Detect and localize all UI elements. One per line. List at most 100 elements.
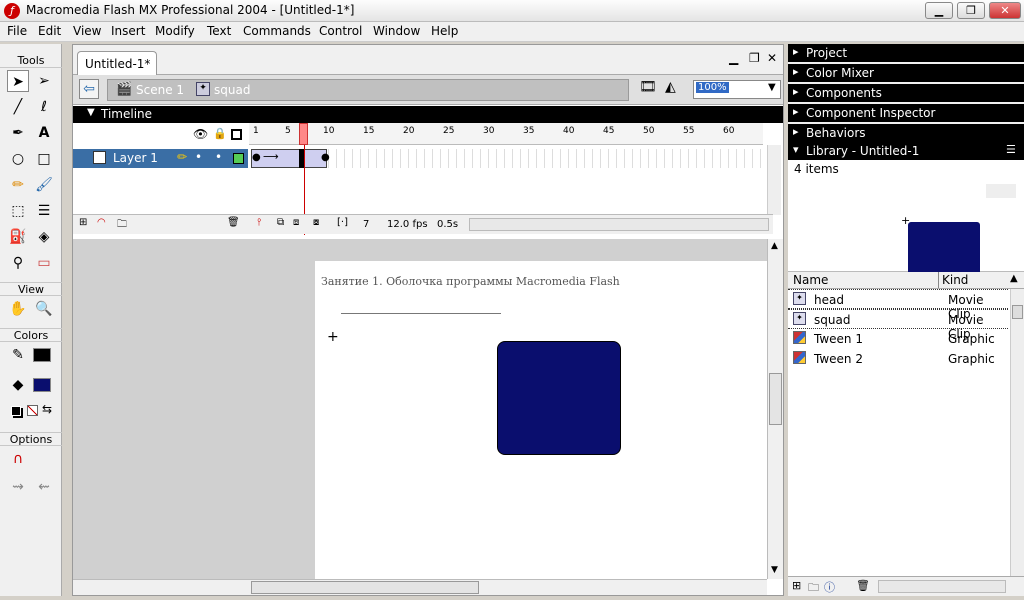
black-white-icon[interactable]	[11, 406, 21, 416]
library-row[interactable]: Tween 1 Graphic	[788, 329, 1008, 349]
onion-outline-icon[interactable]: ⧈	[293, 217, 299, 228]
layer-row[interactable]: Layer 1 ✏ • •	[73, 149, 248, 168]
straighten-icon[interactable]: ⇜	[33, 476, 55, 498]
chevron-down-icon[interactable]: ▼	[768, 82, 776, 93]
subselect-tool-icon[interactable]: ➢	[33, 70, 55, 92]
layer-outline-swatch[interactable]	[233, 153, 244, 164]
frame-ruler[interactable]: 1 5 10 15 20 25 30 35 40 45 50 55 60	[249, 123, 763, 145]
delete-icon[interactable]: 🗑	[856, 579, 870, 592]
frame-cells[interactable]: ● ⟶ ●	[249, 149, 763, 168]
keyframe-end[interactable]: ●	[321, 152, 330, 163]
doc-minimize-icon[interactable]: ▁	[729, 51, 738, 65]
zoom-select[interactable]: 100% ▼	[693, 80, 781, 99]
menu-insert[interactable]: Insert	[111, 24, 145, 38]
sort-icon[interactable]: ▲	[1010, 273, 1018, 284]
new-folder-icon[interactable]: 🗀	[808, 579, 819, 598]
oval-tool-icon[interactable]: ○	[7, 148, 29, 170]
zoom-value[interactable]: 100%	[696, 82, 729, 93]
delete-layer-icon[interactable]: 🗑	[227, 217, 240, 228]
playhead-handle[interactable]	[299, 123, 308, 145]
insert-folder-icon[interactable]: 🗀	[117, 217, 127, 234]
back-arrow-icon[interactable]: ⇦	[79, 79, 99, 99]
visibility-dot-icon[interactable]: •	[195, 150, 202, 164]
properties-icon[interactable]: ⓘ	[824, 579, 835, 595]
chevron-down-icon[interactable]: ▼	[771, 565, 778, 575]
timeline-vscroll[interactable]	[767, 145, 781, 215]
scroll-thumb[interactable]	[251, 581, 479, 594]
stroke-color-icon[interactable]: ✎	[7, 344, 29, 366]
stage-area[interactable]: Занятие 1. Оболочка программы Macromedia…	[73, 239, 767, 579]
menu-edit[interactable]: Edit	[38, 24, 61, 38]
restore-button[interactable]: ❐	[957, 2, 985, 19]
outline-icon[interactable]	[231, 129, 242, 140]
swap-colors-icon[interactable]: ⇆	[42, 402, 52, 416]
no-color-icon[interactable]	[27, 405, 38, 416]
zoom-tool-icon[interactable]: 🔍	[33, 298, 55, 320]
onion-markers-icon[interactable]: [·]	[337, 217, 348, 228]
menu-help[interactable]: Help	[431, 24, 458, 38]
panel-library[interactable]: Library - Untitled-1	[788, 142, 1024, 160]
layer-name[interactable]: Layer 1	[113, 151, 158, 165]
scroll-thumb[interactable]	[769, 373, 782, 425]
panel-components[interactable]: Components	[788, 84, 1024, 102]
menu-file[interactable]: File	[7, 24, 27, 38]
library-hscroll[interactable]	[878, 580, 1006, 593]
edit-symbols-icon[interactable]: ◭	[665, 79, 676, 95]
pencil-tool-icon[interactable]: ✏	[7, 174, 29, 196]
scroll-thumb[interactable]	[1012, 305, 1023, 319]
eye-icon[interactable]: 👁	[193, 127, 208, 141]
snap-magnet-icon[interactable]: ∩	[7, 448, 29, 470]
menu-control[interactable]: Control	[319, 24, 362, 38]
doc-restore-icon[interactable]: ❐	[749, 51, 760, 65]
edit-multiple-icon[interactable]: ⧇	[313, 217, 319, 228]
chevron-up-icon[interactable]: ▲	[771, 241, 778, 251]
preview-play-button[interactable]	[986, 184, 1016, 198]
stroke-color-swatch[interactable]	[33, 348, 51, 362]
lock-icon[interactable]: 🔒	[213, 127, 227, 140]
lock-dot-icon[interactable]: •	[215, 150, 222, 164]
paint-bucket-tool-icon[interactable]: ◈	[33, 226, 55, 248]
document-tab[interactable]: Untitled-1*	[77, 51, 157, 75]
timeline-header[interactable]: ▼ Timeline	[73, 106, 783, 123]
library-row[interactable]: ✦ head Movie Clip	[788, 289, 1008, 321]
panel-color-mixer[interactable]: Color Mixer	[788, 64, 1024, 82]
brush-tool-icon[interactable]: 🖌	[33, 174, 55, 196]
menu-window[interactable]: Window	[373, 24, 420, 38]
fill-transform-tool-icon[interactable]: ☰	[33, 200, 55, 222]
menu-text[interactable]: Text	[207, 24, 231, 38]
free-transform-tool-icon[interactable]: ⬚	[7, 200, 29, 222]
library-row[interactable]: ✦ squad Movie Clip	[788, 309, 1008, 341]
text-tool-icon[interactable]: A	[33, 122, 55, 144]
timeline-toggle-icon[interactable]: ▼	[87, 107, 95, 118]
rectangle-tool-icon[interactable]: □	[33, 148, 55, 170]
column-name[interactable]: Name	[793, 273, 828, 287]
pen-tool-icon[interactable]: ✒	[7, 122, 29, 144]
fill-color-swatch[interactable]	[33, 378, 51, 392]
insert-layer-icon[interactable]: ⊞	[79, 217, 87, 228]
ink-bottle-tool-icon[interactable]: ⛽	[7, 226, 29, 248]
new-symbol-icon[interactable]: ⊞	[792, 579, 801, 592]
doc-close-icon[interactable]: ✕	[767, 51, 777, 65]
arrow-tool-icon[interactable]: ➤	[7, 70, 29, 92]
add-guide-icon[interactable]: ◠	[97, 217, 106, 228]
center-frame-icon[interactable]: ⫯	[257, 217, 261, 228]
onion-skin-icon[interactable]: ⧉	[277, 217, 284, 228]
line-tool-icon[interactable]: ╱	[7, 96, 29, 118]
edit-scene-icon[interactable]: 🎞	[639, 79, 657, 95]
minimize-button[interactable]: ▁	[925, 2, 953, 19]
panel-options-icon[interactable]: ☰	[1006, 143, 1016, 156]
panel-component-inspector[interactable]: Component Inspector	[788, 104, 1024, 122]
panel-project[interactable]: Project	[788, 44, 1024, 62]
breadcrumb-symbol[interactable]: squad	[214, 83, 250, 97]
close-button[interactable]: ✕	[989, 2, 1021, 19]
timeline-hscroll[interactable]	[469, 218, 769, 231]
hand-tool-icon[interactable]: ✋	[7, 298, 29, 320]
stage-hscroll[interactable]	[73, 579, 767, 595]
library-vscroll[interactable]	[1010, 289, 1024, 576]
menu-commands[interactable]: Commands	[243, 24, 311, 38]
eraser-tool-icon[interactable]: ▭	[33, 252, 55, 274]
menu-modify[interactable]: Modify	[155, 24, 195, 38]
eyedropper-tool-icon[interactable]: ⚲	[7, 252, 29, 274]
panel-behaviors[interactable]: Behaviors	[788, 124, 1024, 142]
keyframe-start[interactable]: ●	[252, 152, 261, 163]
